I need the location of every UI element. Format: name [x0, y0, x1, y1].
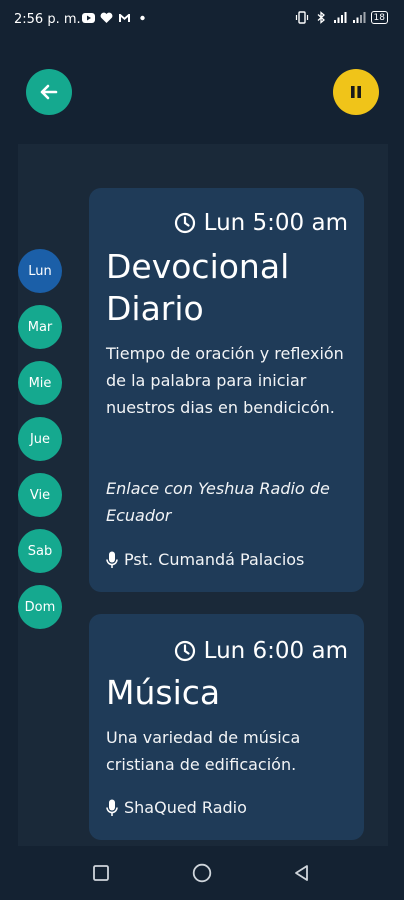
pause-icon	[351, 86, 361, 98]
status-left-icons	[82, 12, 149, 24]
square-icon	[93, 865, 109, 881]
day-button-mar[interactable]: Mar	[18, 305, 62, 349]
dot-icon	[140, 15, 145, 21]
program-title: Devocional Diario	[106, 246, 289, 330]
clock-icon	[174, 212, 195, 234]
bluetooth-icon	[317, 11, 325, 24]
vibrate-icon	[295, 11, 308, 24]
program-title-line: Devocional	[106, 247, 290, 286]
signal-2-icon	[352, 12, 366, 23]
recents-button[interactable]	[91, 863, 111, 883]
program-time: Lun 5:00 am	[174, 210, 348, 236]
youtube-icon	[82, 13, 95, 23]
program-title-line: Diario	[106, 289, 204, 328]
status-time: 2:56 p. m.	[14, 12, 81, 27]
signal-icon	[333, 12, 347, 23]
back-button[interactable]	[26, 69, 72, 115]
schedule-panel: Lun Mar Mie Jue Vie Sab Dom Lun 5:00 am …	[18, 144, 388, 846]
day-button-sab[interactable]: Sab	[18, 529, 62, 573]
status-bar: 2:56 p. m. 18	[0, 0, 404, 40]
program-link: Enlace con Yeshua Radio de Ecuador	[106, 479, 330, 525]
pause-button[interactable]	[333, 69, 379, 115]
clock-icon	[174, 640, 195, 662]
day-label: Sab	[27, 543, 53, 559]
program-card[interactable]: Lun 5:00 am Devocional Diario Tiempo de …	[89, 188, 364, 592]
gmail-icon	[119, 14, 130, 22]
day-button-dom[interactable]: Dom	[18, 585, 62, 629]
day-button-jue[interactable]: Jue	[18, 417, 62, 461]
triangle-back-icon	[295, 865, 308, 881]
status-right-icons: 18	[295, 11, 388, 24]
day-label: Mar	[27, 319, 53, 335]
navigation-bar	[0, 846, 404, 900]
program-title: Música	[106, 672, 220, 714]
program-host: Pst. Cumandá Palacios	[106, 550, 304, 569]
day-label: Jue	[29, 431, 51, 447]
day-label: Vie	[29, 487, 51, 503]
day-button-mie[interactable]: Mie	[18, 361, 62, 405]
day-label: Dom	[24, 599, 56, 615]
program-host-text: ShaQued Radio	[124, 798, 247, 817]
heart-icon	[100, 12, 113, 23]
program-title-line: Música	[106, 673, 221, 712]
day-label: Lun	[28, 263, 52, 279]
program-time-text: Lun 5:00 am	[203, 210, 348, 236]
microphone-icon	[106, 799, 118, 816]
battery-indicator: 18	[370, 11, 388, 24]
arrow-left-icon	[40, 84, 58, 100]
program-time-text: Lun 6:00 am	[203, 638, 348, 664]
back-nav-button[interactable]	[292, 863, 312, 883]
microphone-icon	[106, 551, 118, 568]
program-card[interactable]: Lun 6:00 am Música Una variedad de músic…	[89, 614, 364, 840]
program-description: Tiempo de oración y reflexión de la pala…	[106, 344, 344, 417]
day-label: Mie	[28, 375, 52, 391]
program-host: ShaQued Radio	[106, 798, 247, 817]
home-button[interactable]	[192, 863, 212, 883]
day-button-lun[interactable]: Lun	[18, 249, 62, 293]
program-description: Una variedad de música cristiana de edif…	[106, 728, 301, 774]
day-button-vie[interactable]: Vie	[18, 473, 62, 517]
circle-icon	[192, 863, 212, 883]
program-host-text: Pst. Cumandá Palacios	[124, 550, 305, 569]
program-time: Lun 6:00 am	[174, 638, 348, 664]
